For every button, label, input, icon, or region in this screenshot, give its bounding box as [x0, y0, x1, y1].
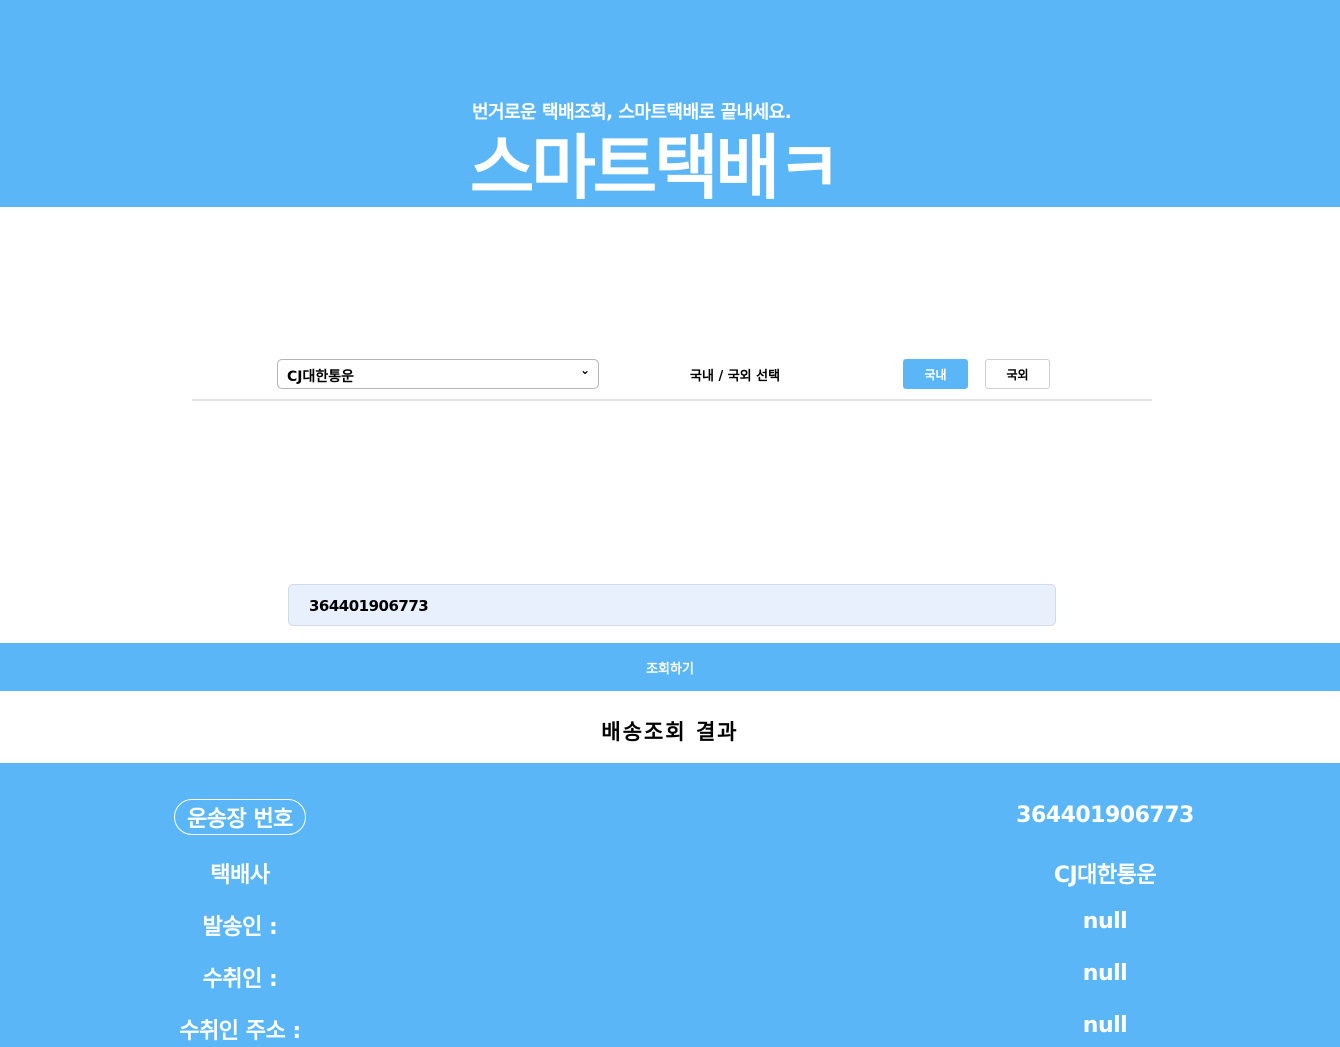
- header-banner: 번거로운 택배조회, 스마트택배로 끝내세요. 스마트택배ㅋ: [0, 0, 1340, 207]
- invoice-number-pill: 운송장 번호: [174, 799, 306, 835]
- carrier-label: 택배사: [210, 863, 270, 888]
- tagline: 번거로운 택배조회, 스마트택배로 끝내세요.: [472, 102, 792, 123]
- carrier-result: CJ대한통운: [1053, 863, 1157, 888]
- recipient-address-label: 수취인 주소 :: [179, 1019, 301, 1044]
- carrier-select-value: CJ대한통운: [287, 369, 355, 385]
- recipient-result: null: [1082, 961, 1128, 986]
- recipient-address-result: null: [1082, 1013, 1128, 1038]
- invoice-number-input[interactable]: 364401906773: [288, 584, 1056, 626]
- result-title: 배송조회 결과: [601, 720, 739, 744]
- domestic-button[interactable]: 국내: [903, 359, 968, 389]
- search-button[interactable]: 조회하기: [0, 643, 1340, 691]
- international-button[interactable]: 국외: [985, 359, 1050, 389]
- invoice-number-value: 364401906773: [309, 597, 429, 615]
- invoice-number-label: 운송장 번호: [140, 799, 340, 835]
- result-panel: 운송장 번호 364401906773 택배사 CJ대한통운 발송인 : nul…: [0, 763, 1340, 1047]
- sender-label: 발송인 :: [202, 915, 278, 940]
- recipient-label: 수취인 :: [202, 967, 278, 992]
- invoice-number-result: 364401906773: [1016, 803, 1194, 828]
- logo: 스마트택배ㅋ: [470, 127, 841, 207]
- sender-result: null: [1082, 909, 1128, 934]
- chevron-down-icon: ⌄: [580, 363, 591, 377]
- region-label: 국내 / 국외 선택: [690, 369, 781, 384]
- search-options: CJ대한통운 ⌄ 국내 / 국외 선택 국내 국외: [192, 356, 1152, 401]
